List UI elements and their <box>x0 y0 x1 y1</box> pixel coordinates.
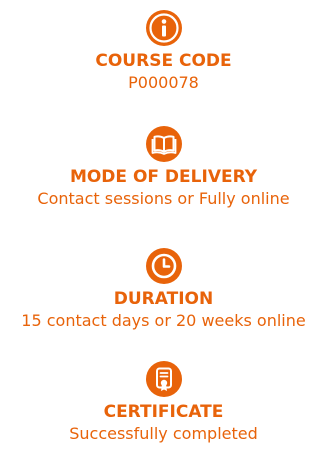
info-icon <box>145 10 182 46</box>
duration-section: DURATION 15 contact days or 20 weeks onl… <box>0 247 327 331</box>
duration-label: DURATION <box>113 289 214 309</box>
certificate-label: CERTIFICATE <box>103 402 224 422</box>
course-code-label: COURSE CODE <box>95 51 232 71</box>
duration-value: 15 contact days or 20 weeks online <box>21 311 306 330</box>
course-code-section: COURSE CODE P000078 <box>0 9 327 93</box>
certificate-icon <box>145 361 182 397</box>
clock-icon <box>145 248 182 284</box>
certificate-value: Successfully completed <box>69 424 258 443</box>
mode-of-delivery-value: Contact sessions or Fully online <box>37 189 290 208</box>
certificate-section: CERTIFICATE Successfully completed <box>0 360 327 444</box>
open-book-icon <box>145 126 182 162</box>
mode-of-delivery-section: MODE OF DELIVERY Contact sessions or Ful… <box>0 125 327 209</box>
mode-of-delivery-label: MODE OF DELIVERY <box>69 167 258 187</box>
course-code-value: P000078 <box>128 73 199 92</box>
